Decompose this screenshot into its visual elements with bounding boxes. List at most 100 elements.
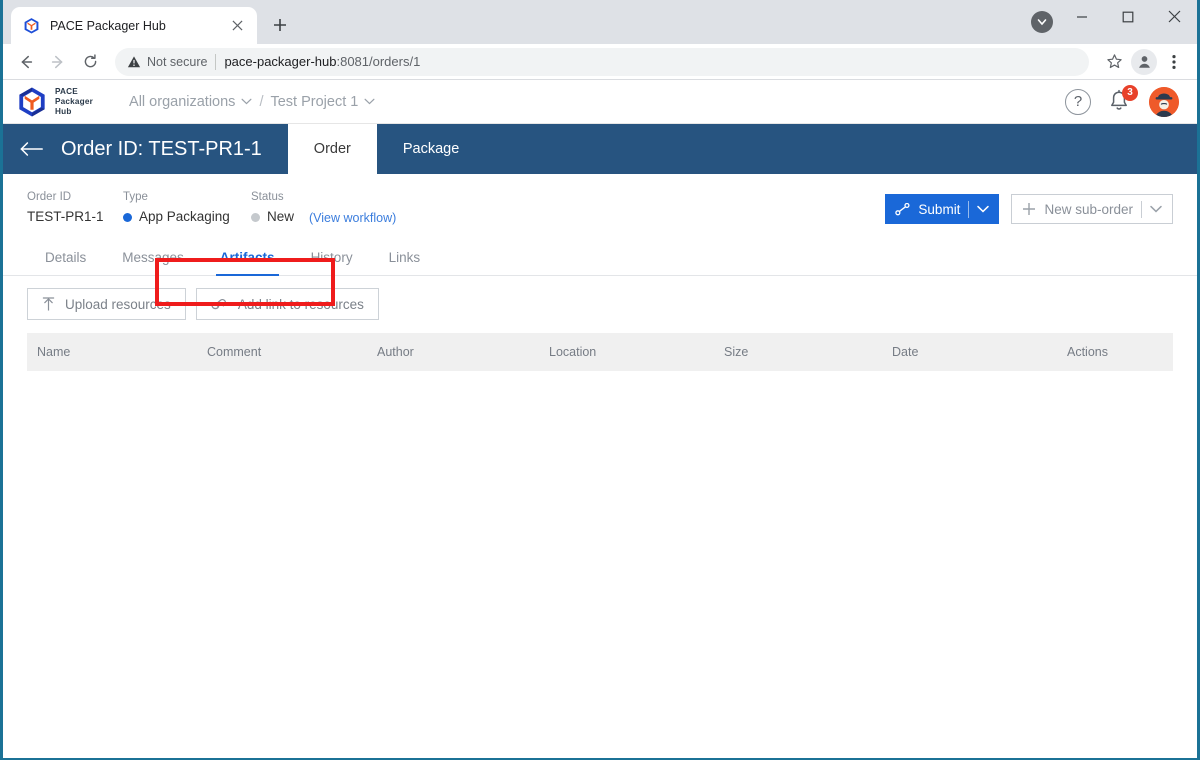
reload-icon[interactable] [75,47,105,77]
meta-status: Status New [251,188,309,228]
window-close-button[interactable] [1151,0,1197,33]
new-tab-button[interactable] [263,8,297,42]
tab-title: PACE Packager Hub [50,18,166,33]
breadcrumb-organizations[interactable]: All organizations [129,94,252,110]
tab-close-icon[interactable] [227,16,247,36]
avatar-image [1149,86,1179,117]
meta-order-id: Order ID TEST-PR1-1 [27,188,123,228]
brand-line-1: PACE [55,86,78,96]
plus-icon [1023,203,1036,215]
brand-line-2: Packager [55,96,94,106]
brand-line-3: Hub [55,106,72,116]
browser-update-button[interactable] [1031,11,1053,33]
meta-type-value: App Packaging [123,206,251,228]
meta-status-value: New [251,206,309,228]
tab-details[interactable]: Details [27,250,104,275]
meta-status-label: Status [251,191,284,203]
tab-artifacts[interactable]: Artifacts [202,250,293,276]
window-minimize-button[interactable] [1059,0,1105,33]
column-header-author: Author [377,345,414,359]
tab-links[interactable]: Links [371,250,439,275]
omnibox-divider [215,53,217,70]
browser-titlebar: PACE Packager Hub [3,0,1197,44]
artifacts-table-header: Name Comment Author Location Size Date A… [27,333,1173,371]
browser-toolbar: Not secure pace-packager-hub:8081/orders… [3,44,1197,80]
add-link-to-resources-button[interactable]: Add link to resources [195,288,379,320]
upload-resources-button[interactable]: Upload resources [27,288,186,320]
tab-history[interactable]: History [293,250,371,275]
brand-wordmark: PACE Packager Hub [55,87,93,117]
tab-order[interactable]: Order [287,124,377,174]
breadcrumb: All organizations / Test Project 1 [129,94,375,110]
chevron-down-icon[interactable] [1150,205,1162,213]
column-header-actions: Actions [1067,345,1108,359]
help-icon[interactable]: ? [1065,88,1091,115]
pace-cube-logo-icon [19,86,45,117]
tab-messages[interactable]: Messages [104,250,202,275]
url-host: pace-packager-hub [224,54,337,69]
breadcrumb-separator: / [259,93,264,110]
order-meta: Order ID TEST-PR1-1 Type App Packaging S… [3,174,1197,228]
new-sub-order-label: New sub-order [1044,201,1133,217]
meta-type-label: Type [123,191,148,203]
submit-button[interactable]: Submit [885,194,1000,224]
pace-cube-favicon [24,18,39,34]
add-link-to-resources-label: Add link to resources [237,296,364,312]
back-arrow-icon[interactable] [11,47,41,77]
security-indicator[interactable]: Not secure [127,55,207,69]
view-workflow-link[interactable]: (View workflow) [309,211,396,225]
browser-window: PACE Packager Hub Not secure pace-packag… [0,0,1200,760]
notifications-button[interactable]: 3 [1107,84,1138,115]
new-sub-order-divider [1141,200,1142,218]
column-header-size: Size [724,345,749,359]
breadcrumb-organizations-label: All organizations [129,93,236,110]
breadcrumb-project-label: Test Project 1 [270,93,359,110]
upload-icon [42,296,55,311]
warning-triangle-icon [127,55,141,67]
new-sub-order-button[interactable]: New sub-order [1011,194,1173,224]
column-header-location: Location [549,345,597,359]
column-header-date: Date [892,345,919,359]
app-viewport: PACE Packager Hub All organizations / Te… [3,80,1197,758]
tab-package[interactable]: Package [377,124,485,174]
window-controls [1059,0,1197,33]
browser-profile-icon[interactable] [1131,48,1157,75]
meta-status-text: New [267,209,295,224]
chevron-down-icon[interactable] [977,205,990,213]
tab-strip: PACE Packager Hub [3,0,297,44]
order-back-button[interactable] [3,124,61,174]
status-dot [251,212,260,222]
workflow-branch-icon [895,202,910,215]
avatar[interactable] [1149,86,1179,117]
url-text: pace-packager-hub:8081/orders/1 [224,54,420,69]
app-header: PACE Packager Hub All organizations / Te… [3,80,1197,124]
order-nav-tabs: Details Messages Artifacts History Links [3,242,1197,276]
meta-order-id-label: Order ID [27,191,72,203]
address-bar[interactable]: Not secure pace-packager-hub:8081/orders… [115,47,1089,76]
column-header-name: Name [37,345,71,359]
chevron-down-icon [364,98,375,105]
chevron-down-icon [241,98,252,105]
forward-arrow-icon[interactable] [43,47,73,77]
link-icon [211,298,226,309]
header-actions: ? 3 [1065,84,1179,117]
submit-button-divider [968,200,970,218]
breadcrumb-project[interactable]: Test Project 1 [270,94,375,110]
app-logo[interactable]: PACE Packager Hub [17,86,93,118]
meta-order-id-value: TEST-PR1-1 [27,209,104,224]
browser-tab[interactable]: PACE Packager Hub [11,7,257,44]
three-dot-menu-icon[interactable] [1159,47,1189,77]
window-maximize-button[interactable] [1105,0,1151,33]
back-arrow-icon [20,142,43,156]
security-label: Not secure [147,54,208,69]
meta-type-text: App Packaging [139,209,230,224]
help-icon-glyph: ? [1073,93,1083,110]
artifacts-toolbar: Upload resources Add link to resources [3,276,1197,320]
order-bar: Order ID: TEST-PR1-1 Order Package [3,124,1197,174]
url-path: :8081/orders/1 [336,54,421,69]
column-header-comment: Comment [207,345,262,359]
upload-resources-label: Upload resources [65,296,171,312]
star-icon[interactable] [1099,47,1129,77]
meta-type: Type App Packaging [123,188,251,228]
order-action-buttons: Submit New sub-order [885,188,1173,224]
